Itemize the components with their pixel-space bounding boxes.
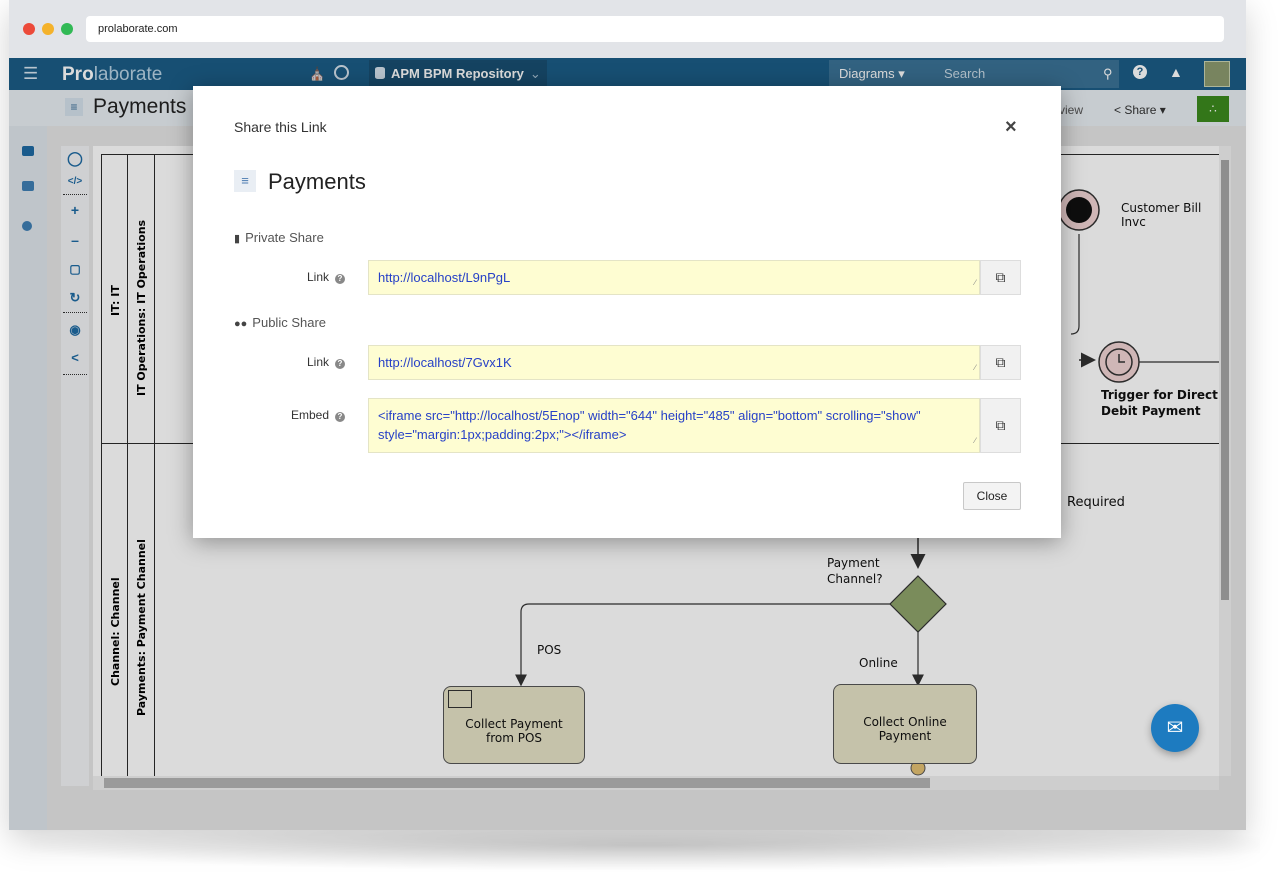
- help-icon[interactable]: ?: [335, 412, 345, 422]
- browser-window: prolaborate.com ☰ Prolaborate ⛪ APM BPM …: [9, 0, 1246, 830]
- copy-icon: ⧉: [995, 269, 1006, 285]
- copy-private-link-button[interactable]: ⧉: [980, 260, 1021, 295]
- public-link-label: Link?: [235, 355, 345, 369]
- embed-code-field[interactable]: <iframe src="http://localhost/5Enop" wid…: [368, 398, 980, 453]
- resize-handle[interactable]: ∕: [975, 358, 976, 377]
- dialog-title: Payments: [268, 169, 366, 194]
- copy-public-link-button[interactable]: ⧉: [980, 345, 1021, 380]
- private-link-field[interactable]: http://localhost/L9nPgL ∕: [368, 260, 980, 295]
- share-link-dialog: Share this Link × ≡ Payments ▮ Private Sh…: [193, 86, 1061, 538]
- private-share-heading: ▮ Private Share: [234, 230, 324, 245]
- dialog-header: Share this Link: [234, 119, 327, 135]
- window-close-dot[interactable]: [23, 23, 35, 35]
- close-button[interactable]: Close: [963, 482, 1021, 510]
- copy-embed-code-button[interactable]: ⧉: [980, 398, 1021, 453]
- copy-icon: ⧉: [995, 354, 1006, 370]
- private-link-label: Link?: [235, 270, 345, 284]
- resize-handle[interactable]: ∕: [975, 273, 976, 292]
- close-icon[interactable]: ×: [1005, 116, 1017, 139]
- public-share-heading: ●● Public Share: [234, 315, 327, 330]
- address-bar[interactable]: prolaborate.com: [86, 16, 1224, 42]
- window-maximize-dot[interactable]: [61, 23, 73, 35]
- help-icon[interactable]: ?: [335, 274, 345, 284]
- window-minimize-dot[interactable]: [42, 23, 54, 35]
- copy-icon: ⧉: [995, 417, 1006, 433]
- embed-label: Embed?: [235, 408, 345, 422]
- diagram-icon: ≡: [234, 170, 256, 192]
- lock-icon: ▮: [234, 233, 241, 245]
- help-icon[interactable]: ?: [335, 359, 345, 369]
- resize-handle[interactable]: ∕: [975, 431, 976, 450]
- users-icon: ●●: [234, 318, 248, 330]
- public-link-field[interactable]: http://localhost/7Gvx1K ∕: [368, 345, 980, 380]
- chat-icon[interactable]: ✉: [1151, 704, 1199, 752]
- browser-chrome: prolaborate.com: [9, 0, 1246, 58]
